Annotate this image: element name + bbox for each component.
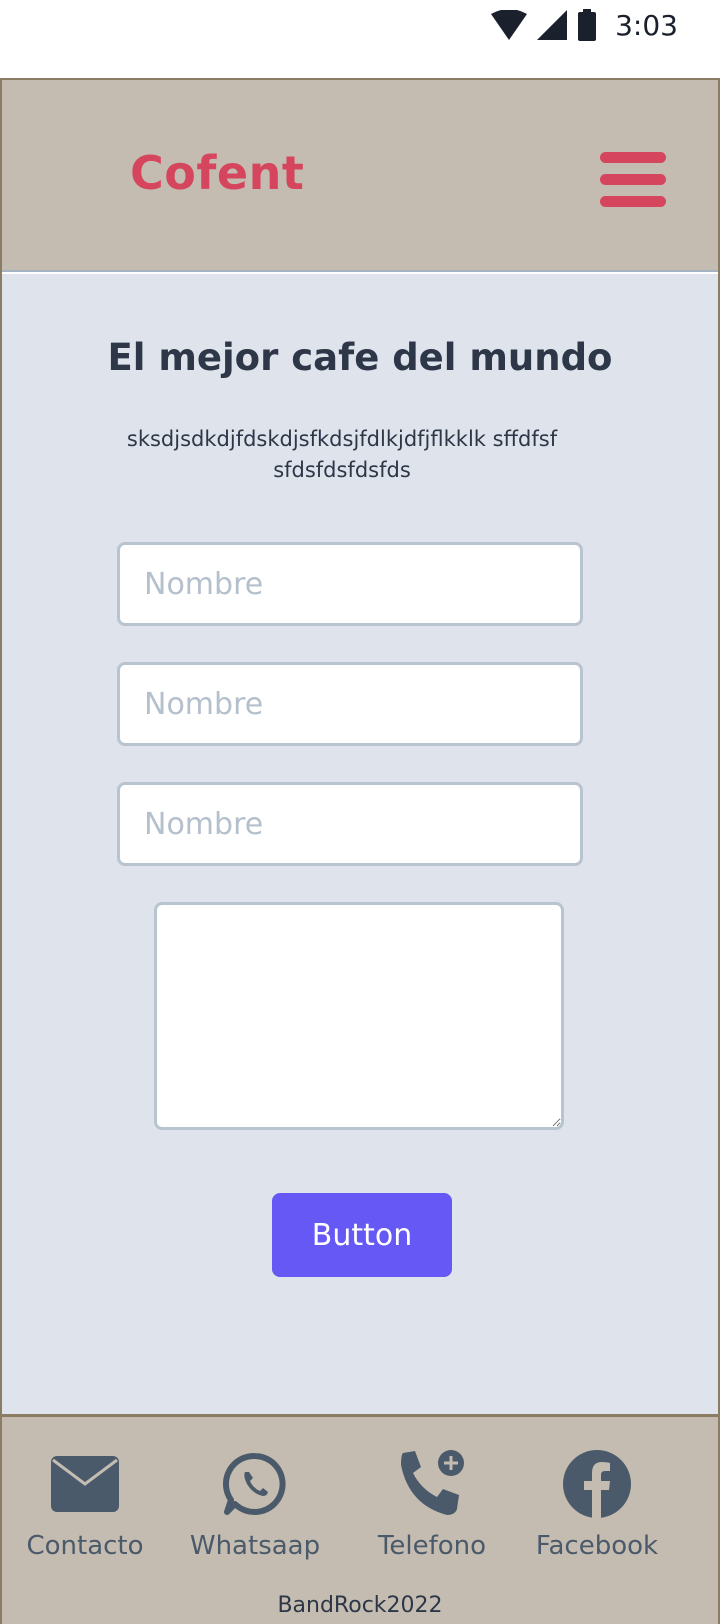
- menu-line: [600, 196, 666, 207]
- name-input-3[interactable]: [117, 782, 583, 866]
- envelope-icon: [51, 1456, 119, 1512]
- app-frame: Cofent El mejor cafe del mundo sksdjsdkd…: [0, 78, 720, 1624]
- footer-item-whatsapp[interactable]: Whatsaap: [170, 1449, 340, 1561]
- menu-line: [600, 152, 666, 163]
- name-input-2[interactable]: [117, 662, 583, 746]
- message-textarea[interactable]: [154, 902, 564, 1130]
- footer: Contacto Whatsaap Telefono Facebook Band…: [2, 1414, 718, 1624]
- page-description: sksdjsdkdjfdskdjsfkdsjfdlkjdfjflkklk sff…: [126, 427, 558, 482]
- phone-add-icon: [401, 1450, 464, 1515]
- status-bar: 3:03: [0, 0, 720, 78]
- copyright-text: BandRock2022: [277, 1593, 443, 1618]
- footer-label-telefono: Telefono: [377, 1531, 487, 1561]
- footer-label-contacto: Contacto: [26, 1531, 144, 1561]
- menu-line: [600, 174, 666, 185]
- wifi-icon: [491, 10, 528, 40]
- footer-label-facebook: Facebook: [535, 1531, 659, 1561]
- status-time: 3:03: [615, 8, 678, 42]
- footer-item-contacto[interactable]: Contacto: [0, 1449, 170, 1561]
- facebook-icon: [563, 1450, 631, 1518]
- signal-icon: [537, 10, 568, 40]
- footer-item-facebook[interactable]: Facebook: [512, 1449, 682, 1561]
- header: Cofent: [2, 80, 718, 272]
- brand-logo[interactable]: Cofent: [130, 146, 304, 200]
- main-content: El mejor cafe del mundo sksdjsdkdjfdskdj…: [2, 274, 718, 1414]
- footer-item-telefono[interactable]: Telefono: [347, 1449, 517, 1561]
- submit-button[interactable]: Button: [272, 1193, 452, 1277]
- status-icons: 3:03: [491, 6, 678, 44]
- name-input-1[interactable]: [117, 542, 583, 626]
- page-title: El mejor cafe del mundo: [107, 336, 613, 379]
- battery-icon: [578, 9, 597, 41]
- hamburger-menu-icon[interactable]: [600, 152, 666, 208]
- footer-label-whatsapp: Whatsaap: [189, 1531, 321, 1561]
- whatsapp-icon: [223, 1452, 286, 1515]
